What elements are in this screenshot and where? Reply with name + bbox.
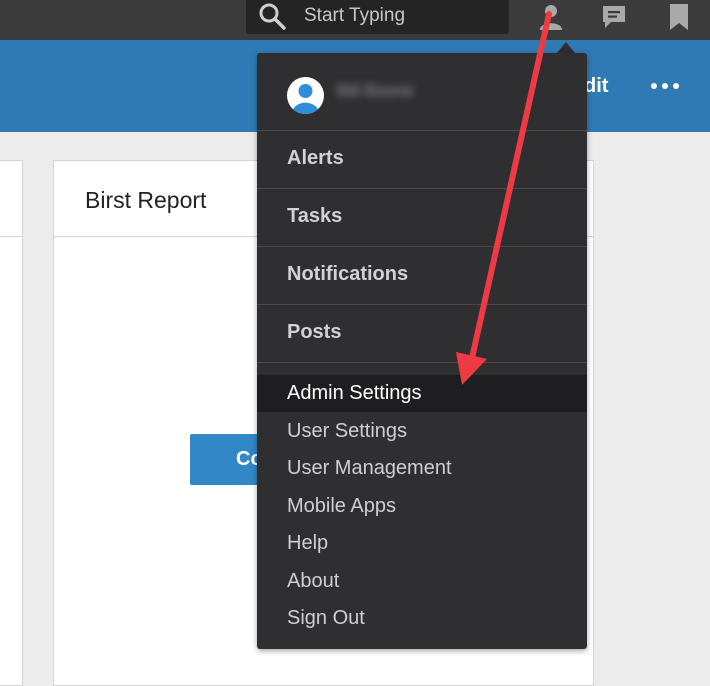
menu-help[interactable]: Help bbox=[257, 525, 587, 562]
menu-notifications-label: Notifications bbox=[287, 263, 409, 285]
search-input[interactable]: Start Typing bbox=[304, 5, 405, 27]
top-bar: Start Typing bbox=[0, 0, 710, 40]
search-icon bbox=[259, 3, 286, 30]
user-profile-row[interactable]: Bill Boone bbox=[257, 53, 587, 130]
edit-button[interactable]: dit bbox=[584, 75, 608, 98]
menu-mobile-apps[interactable]: Mobile Apps bbox=[257, 488, 587, 525]
menu-notifications[interactable]: Notifications bbox=[257, 247, 587, 305]
user-icon[interactable] bbox=[538, 3, 564, 31]
menu-user-settings[interactable]: User Settings bbox=[257, 413, 587, 450]
menu-alerts-label: Alerts bbox=[287, 147, 344, 169]
menu-divider bbox=[257, 362, 587, 363]
menu-sign-out-label: Sign Out bbox=[287, 607, 365, 629]
card-title: Birst Report bbox=[85, 187, 207, 213]
avatar bbox=[287, 77, 324, 114]
menu-alerts[interactable]: Alerts bbox=[257, 131, 587, 189]
menu-admin-settings[interactable]: Admin Settings bbox=[257, 375, 587, 412]
menu-user-management[interactable]: User Management bbox=[257, 450, 587, 487]
left-card bbox=[0, 160, 23, 686]
menu-posts[interactable]: Posts bbox=[257, 305, 587, 363]
menu-tasks-label: Tasks bbox=[287, 205, 343, 227]
menu-mobile-apps-label: Mobile Apps bbox=[287, 495, 396, 517]
menu-about[interactable]: About bbox=[257, 563, 587, 600]
card-divider bbox=[0, 236, 22, 237]
menu-sign-out[interactable]: Sign Out bbox=[257, 600, 587, 637]
menu-about-label: About bbox=[287, 570, 340, 592]
search-box[interactable]: Start Typing bbox=[246, 0, 509, 34]
menu-tasks[interactable]: Tasks bbox=[257, 189, 587, 247]
bookmark-icon[interactable] bbox=[666, 3, 692, 31]
menu-admin-settings-label: Admin Settings bbox=[287, 382, 422, 404]
menu-user-settings-label: User Settings bbox=[287, 420, 408, 442]
more-icon[interactable] bbox=[649, 78, 681, 94]
menu-user-management-label: User Management bbox=[287, 457, 452, 479]
avatar-person-icon bbox=[292, 84, 319, 114]
menu-help-label: Help bbox=[287, 532, 329, 554]
menu-posts-label: Posts bbox=[287, 321, 342, 343]
user-dropdown-menu: Bill Boone Alerts Tasks Notifications Po… bbox=[257, 53, 587, 649]
chat-icon[interactable] bbox=[601, 3, 627, 31]
user-name: Bill Boone bbox=[337, 81, 414, 100]
